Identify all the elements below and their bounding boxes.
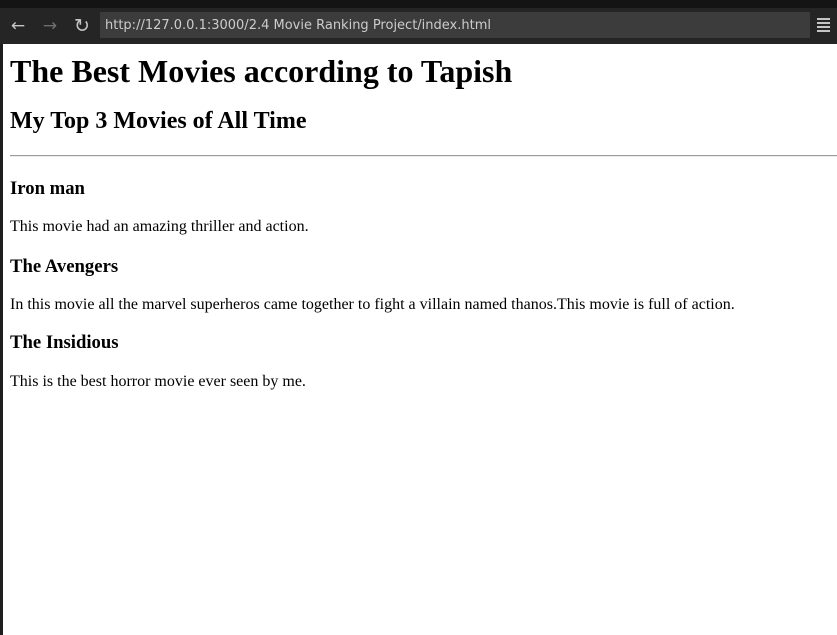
page-subtitle: My Top 3 Movies of All Time (10, 108, 307, 134)
page-viewport: The Best Movies according to Tapish My T… (3, 44, 837, 635)
address-bar-url: http://127.0.0.1:3000/2.4 Movie Ranking … (105, 17, 491, 33)
movie-title-2: The Avengers (10, 256, 119, 277)
divider (10, 155, 837, 157)
movie-title-1: Iron man (10, 178, 85, 199)
movie-description-2: In this movie all the marvel superheros … (10, 296, 735, 313)
back-arrow-icon[interactable]: ← (2, 11, 34, 41)
page-title: The Best Movies according to Tapish (10, 53, 513, 89)
address-bar[interactable]: http://127.0.0.1:3000/2.4 Movie Ranking … (100, 12, 810, 38)
page-content: The Best Movies according to Tapish My T… (3, 53, 837, 391)
movie-description-3: This is the best horror movie ever seen … (10, 373, 306, 390)
forward-arrow-icon[interactable]: → (34, 11, 66, 41)
reload-icon[interactable]: ↻ (66, 11, 98, 41)
menu-icon[interactable] (817, 13, 835, 37)
browser-window: ← → ↻ http://127.0.0.1:3000/2.4 Movie Ra… (0, 0, 837, 635)
movie-title-3: The Insidious (10, 332, 119, 353)
movie-description-1: This movie had an amazing thriller and a… (10, 218, 309, 235)
browser-toolbar: ← → ↻ http://127.0.0.1:3000/2.4 Movie Ra… (0, 8, 837, 44)
